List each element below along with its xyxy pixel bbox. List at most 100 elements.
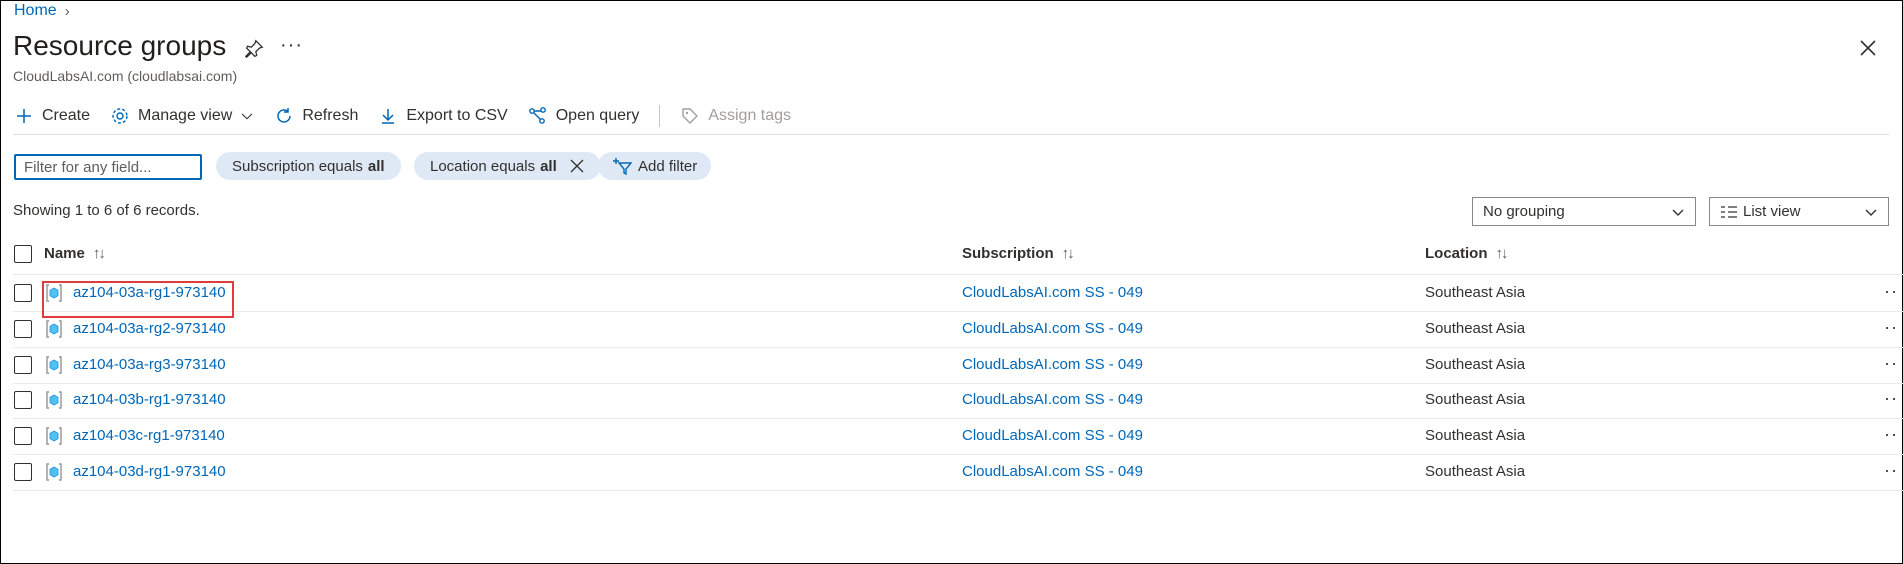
subscription-filter-label: Subscription equals xyxy=(232,157,363,175)
close-icon[interactable] xyxy=(569,158,585,174)
toolbar-divider-line xyxy=(13,134,1889,135)
location-cell: Southeast Asia xyxy=(1425,463,1526,480)
subscription-link[interactable]: CloudLabsAI.com SS - 049 xyxy=(962,320,1143,337)
list-view-icon xyxy=(1721,205,1737,218)
row-checkbox[interactable] xyxy=(14,463,32,481)
manage-view-button[interactable]: Manage view xyxy=(110,106,254,126)
location-cell: Southeast Asia xyxy=(1425,356,1526,373)
row-checkbox[interactable] xyxy=(14,320,32,338)
row-divider xyxy=(13,383,1903,384)
location-filter-pill[interactable]: Location equals all xyxy=(414,152,601,180)
more-options-button[interactable]: ··· xyxy=(280,34,303,57)
resource-group-icon xyxy=(46,463,62,481)
export-csv-button[interactable]: Export to CSV xyxy=(378,106,508,126)
row-more-button[interactable]: ·· xyxy=(1884,388,1898,409)
grouping-value: No grouping xyxy=(1483,203,1565,220)
filter-input[interactable] xyxy=(14,154,202,180)
query-icon xyxy=(528,107,546,124)
location-cell: Southeast Asia xyxy=(1425,427,1526,444)
gear-icon xyxy=(112,108,128,124)
location-filter-label: Location equals xyxy=(430,157,536,175)
grouping-dropdown[interactable]: No grouping xyxy=(1472,197,1696,226)
row-divider xyxy=(13,347,1903,348)
add-filter-label: Add filter xyxy=(638,157,698,175)
resource-group-name-link[interactable]: az104-03a-rg2-973140 xyxy=(73,320,226,337)
row-more-button[interactable]: ·· xyxy=(1884,281,1898,302)
column-header-name[interactable]: Name ↑↓ xyxy=(44,245,106,262)
row-checkbox[interactable] xyxy=(14,427,32,445)
open-query-label: Open query xyxy=(555,107,640,124)
chevron-down-icon xyxy=(1865,209,1877,216)
portal-blade xyxy=(0,0,1903,564)
select-all-checkbox[interactable] xyxy=(14,245,32,263)
location-cell: Southeast Asia xyxy=(1425,391,1526,408)
resource-group-icon xyxy=(46,391,62,409)
sort-icon: ↑↓ xyxy=(1495,245,1509,262)
plus-icon xyxy=(17,109,31,123)
row-more-button[interactable]: ·· xyxy=(1884,460,1898,481)
row-divider xyxy=(13,490,1903,491)
location-cell: Southeast Asia xyxy=(1425,320,1526,337)
resource-group-icon xyxy=(46,320,62,338)
column-header-subscription[interactable]: Subscription ↑↓ xyxy=(962,245,1075,262)
chevron-down-icon xyxy=(242,113,253,120)
row-divider xyxy=(13,454,1903,455)
subscription-link[interactable]: CloudLabsAI.com SS - 049 xyxy=(962,427,1143,444)
row-checkbox[interactable] xyxy=(14,356,32,374)
refresh-label: Refresh xyxy=(302,107,359,124)
subscription-filter-pill[interactable]: Subscription equals all xyxy=(216,152,401,180)
breadcrumb: Home › xyxy=(14,2,70,20)
subscription-filter-value: all xyxy=(367,157,385,175)
subscription-link[interactable]: CloudLabsAI.com SS - 049 xyxy=(962,463,1143,480)
subscription-link[interactable]: CloudLabsAI.com SS - 049 xyxy=(962,284,1143,301)
row-checkbox[interactable] xyxy=(14,391,32,409)
assign-tags-button[interactable]: Assign tags xyxy=(680,106,791,126)
location-filter-value: all xyxy=(540,157,557,175)
view-value: List view xyxy=(1743,203,1801,220)
sort-icon: ↑↓ xyxy=(92,245,106,262)
command-bar: Create Manage view Refresh Export to CSV… xyxy=(14,103,811,129)
column-header-location-label: Location xyxy=(1425,245,1488,262)
records-count: Showing 1 to 6 of 6 records. xyxy=(13,202,200,219)
resource-group-icon xyxy=(46,427,62,445)
resource-group-name-link[interactable]: az104-03b-rg1-973140 xyxy=(73,391,226,408)
create-button[interactable]: Create xyxy=(14,106,90,126)
page-subtitle: CloudLabsAI.com (cloudlabsai.com) xyxy=(13,68,238,84)
row-more-button[interactable]: ·· xyxy=(1884,424,1898,445)
resource-group-icon xyxy=(46,356,62,374)
pin-icon[interactable] xyxy=(243,38,265,60)
row-more-button[interactable]: ·· xyxy=(1884,317,1898,338)
page-title: Resource groups xyxy=(13,30,227,61)
tag-icon xyxy=(682,108,699,124)
resource-group-name-link[interactable]: az104-03d-rg1-973140 xyxy=(73,463,226,480)
assign-tags-label: Assign tags xyxy=(708,107,792,124)
column-header-subscription-label: Subscription xyxy=(962,245,1054,262)
sort-icon: ↑↓ xyxy=(1061,245,1075,262)
chevron-down-icon xyxy=(1672,209,1684,216)
manage-view-label: Manage view xyxy=(138,107,233,124)
highlight-box xyxy=(42,281,234,318)
row-checkbox[interactable] xyxy=(14,284,32,302)
chevron-right-icon: › xyxy=(64,2,70,20)
row-divider xyxy=(13,311,1903,312)
export-csv-label: Export to CSV xyxy=(406,107,508,124)
toolbar-divider xyxy=(659,105,661,127)
close-icon[interactable] xyxy=(1856,36,1880,60)
subscription-link[interactable]: CloudLabsAI.com SS - 049 xyxy=(962,391,1143,408)
row-divider xyxy=(13,418,1903,419)
download-icon xyxy=(382,109,395,124)
resource-group-name-link[interactable]: az104-03a-rg3-973140 xyxy=(73,356,226,373)
add-filter-button[interactable]: Add filter xyxy=(598,152,712,180)
open-query-button[interactable]: Open query xyxy=(528,106,640,126)
location-cell: Southeast Asia xyxy=(1425,284,1526,301)
view-dropdown[interactable]: List view xyxy=(1709,197,1889,226)
row-more-button[interactable]: ·· xyxy=(1884,353,1898,374)
add-filter-icon xyxy=(613,158,632,176)
create-label: Create xyxy=(42,107,91,124)
column-header-name-label: Name xyxy=(44,245,85,262)
resource-group-name-link[interactable]: az104-03c-rg1-973140 xyxy=(73,427,225,444)
subscription-link[interactable]: CloudLabsAI.com SS - 049 xyxy=(962,356,1143,373)
breadcrumb-home-link[interactable]: Home xyxy=(14,2,57,20)
refresh-button[interactable]: Refresh xyxy=(274,106,358,126)
column-header-location[interactable]: Location ↑↓ xyxy=(1425,245,1509,262)
